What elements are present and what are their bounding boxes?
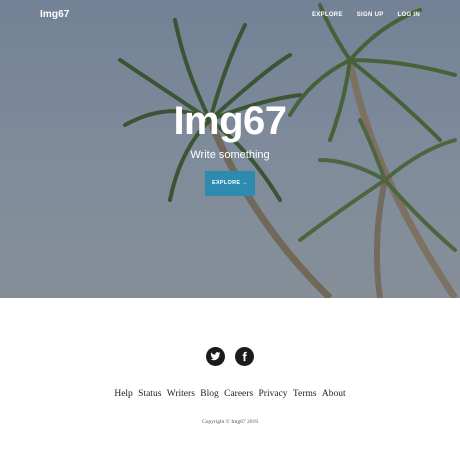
top-navigation: Img67 EXPLORE SIGN UP LOG IN	[0, 0, 460, 34]
facebook-button[interactable]	[235, 347, 254, 366]
nav-links: EXPLORE SIGN UP LOG IN	[312, 12, 420, 18]
hero-content: Img67 Write something EXPLORE →	[0, 99, 460, 196]
page: Img67 EXPLORE SIGN UP LOG IN Img67 Write…	[0, 0, 460, 460]
hero-subtitle: Write something	[190, 149, 270, 161]
footer-links: Help Status Writers Blog Careers Privacy…	[0, 389, 460, 399]
footer-link-privacy[interactable]: Privacy	[259, 389, 288, 399]
nav-explore-link[interactable]: EXPLORE	[312, 12, 343, 18]
hero-title: Img67	[173, 99, 287, 143]
copyright-text: Copyright © Img67 2019	[202, 419, 258, 425]
footer-link-terms[interactable]: Terms	[293, 389, 317, 399]
explore-cta-button[interactable]: EXPLORE →	[205, 171, 255, 196]
footer-link-status[interactable]: Status	[138, 389, 161, 399]
footer-link-blog[interactable]: Blog	[200, 389, 218, 399]
hero-section: Img67 EXPLORE SIGN UP LOG IN Img67 Write…	[0, 0, 460, 298]
footer-link-help[interactable]: Help	[114, 389, 132, 399]
brand-logo-link[interactable]: Img67	[40, 9, 69, 20]
footer-link-about[interactable]: About	[322, 389, 346, 399]
twitter-button[interactable]	[206, 347, 225, 366]
footer-link-careers[interactable]: Careers	[224, 389, 253, 399]
footer-link-writers[interactable]: Writers	[167, 389, 195, 399]
twitter-icon	[210, 352, 221, 361]
nav-login-link[interactable]: LOG IN	[398, 12, 420, 18]
footer: Help Status Writers Blog Careers Privacy…	[0, 298, 460, 460]
facebook-icon	[242, 351, 247, 362]
nav-signup-link[interactable]: SIGN UP	[357, 12, 384, 18]
social-links	[0, 347, 460, 366]
